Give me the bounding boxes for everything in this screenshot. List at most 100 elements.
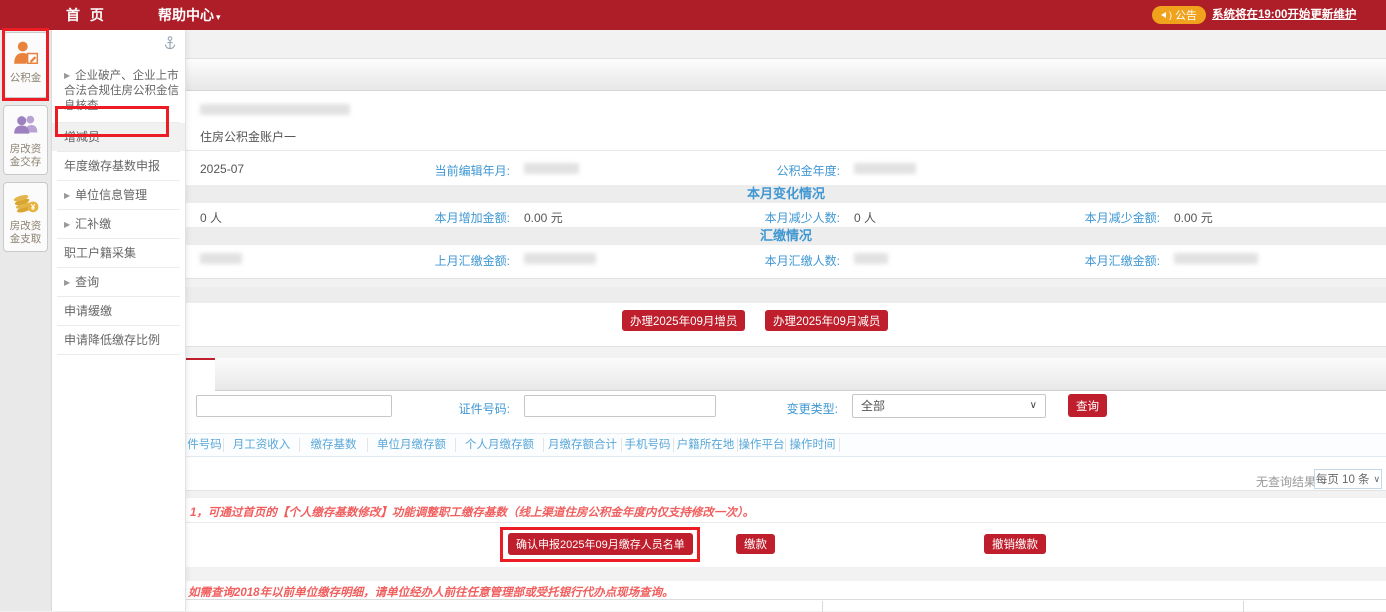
sidebar-item-label: 房改资金支取 [4, 218, 47, 251]
section-title: 汇缴情况 [760, 228, 812, 243]
expand-arrow-icon: ▶ [64, 191, 70, 200]
nav-home[interactable]: 首 页 [66, 0, 107, 30]
chevron-down-icon: ∨ [1374, 474, 1381, 485]
notice-text-1: 1，可通过首页的【个人缴存基数修改】功能调整职工缴存基数（线上渠道住房公积金年度… [190, 504, 754, 520]
col-header[interactable]: 操作时间 [786, 438, 840, 452]
table-body-empty [186, 457, 1386, 468]
footer-table-top [186, 599, 1386, 611]
expand-arrow-icon: ▶ [64, 278, 70, 287]
menu-item-apply-lower-ratio[interactable]: 申请降低缴存比例 [52, 326, 185, 354]
add-amount-label: 本月增加金额: [390, 209, 510, 226]
col-header[interactable]: 操作平台 [738, 438, 786, 452]
name-input[interactable] [196, 395, 392, 417]
section-title: 本月变化情况 [747, 186, 825, 201]
minus-count-label: 本月减少人数: [720, 209, 840, 226]
redacted-company-name [200, 104, 350, 115]
id-number-input[interactable] [524, 395, 716, 417]
change-type-select[interactable]: 全部 ∨ [852, 394, 1046, 418]
announcement-badge: ) 公告 [1152, 6, 1206, 24]
col-header[interactable]: 户籍所在地 [674, 438, 738, 452]
minus-count-value: 0 人 [854, 209, 876, 226]
panel-header-bar [186, 58, 1386, 91]
tab-bar [186, 358, 1386, 391]
chevron-down-icon: ▾ [216, 12, 221, 22]
monthly-change-section-bar: 本月变化情况 [186, 185, 1386, 203]
id-number-label: 证件号码: [390, 400, 510, 417]
menu-item-huibujiao[interactable]: ▶汇补缴 [52, 210, 185, 238]
menu-item-hukou-collect[interactable]: 职工户籍采集 [52, 239, 185, 267]
person-edit-icon [12, 39, 40, 67]
monthly-change-row: 0 人 本月增加金额: 0.00 元 本月减少人数: 0 人 本月减少金额: 0… [186, 203, 1386, 227]
per-page-select[interactable]: 每页 10 条 ∨ [1314, 469, 1382, 489]
col-header[interactable]: 手机号码 [622, 438, 674, 452]
redacted-value [524, 253, 596, 264]
redacted-value [1174, 253, 1258, 264]
fund-year-label: 公积金年度: [720, 162, 840, 179]
filter-row: 证件号码: 变更类型: 全部 ∨ [186, 391, 1386, 433]
col-header[interactable]: 个人月缴存额 [456, 438, 544, 452]
expand-arrow-icon: ▶ [64, 71, 70, 80]
current-edit-month-label: 当前编辑年月: [390, 162, 510, 179]
col-header[interactable]: 单位月缴存额 [368, 438, 456, 452]
sidebar-item-label: 房改资金交存 [4, 141, 47, 174]
remove-member-button[interactable]: 办理2025年09月减员 [765, 310, 888, 331]
no-result-text: 无查询结果 [1256, 473, 1316, 490]
cancel-pay-button[interactable]: 撤销缴款 [984, 534, 1046, 554]
edit-month-value: 2025-07 [200, 162, 244, 176]
edit-month-row: 2025-07 当前编辑年月: 公积金年度: [186, 151, 1386, 185]
table-header-row: 件号码 月工资收入 缴存基数 单位月缴存额 个人月缴存额 月缴存额合计 手机号码… [186, 433, 1386, 457]
pay-button[interactable]: 缴款 [736, 534, 775, 554]
remittance-section-bar: 汇缴情况 [186, 227, 1386, 245]
change-type-label: 变更类型: [718, 400, 838, 417]
menu-item-enterprise-check[interactable]: ▶企业破产、企业上市合法合规住房公积金信息核查 [52, 62, 185, 122]
menu-item-zengjianyuan[interactable]: 增减员 [52, 123, 185, 151]
notice-text-2: 如需查询2018年以前单位缴存明细，请单位经办人前往任意管理部或受托银行代办点现… [188, 584, 674, 600]
expand-arrow-icon: ▶ [64, 220, 70, 229]
menu-item-unit-info[interactable]: ▶单位信息管理 [52, 181, 185, 209]
svg-text:¥: ¥ [30, 203, 35, 212]
add-member-button[interactable]: 办理2025年09月增员 [622, 310, 745, 331]
minus-amount-value: 0.00 元 [1174, 209, 1213, 226]
account-name: 住房公积金账户一 [200, 128, 296, 145]
maintenance-notice-link[interactable]: 系统将在19:00开始更新维护 [1212, 0, 1356, 30]
flyout-menu: ▶企业破产、企业上市合法合规住房公积金信息核查 增减员 年度缴存基数申报 ▶单位… [52, 30, 186, 611]
menu-item-annual-base-declare[interactable]: 年度缴存基数申报 [52, 152, 185, 180]
cur-count-label: 本月汇缴人数: [720, 252, 840, 269]
last-amount-label: 上月汇缴金额: [390, 252, 510, 269]
query-button[interactable]: 查询 [1068, 394, 1107, 417]
menu-item-query[interactable]: ▶查询 [52, 268, 185, 296]
minus-amount-label: 本月减少金额: [1040, 209, 1160, 226]
col-header[interactable]: 月缴存额合计 [544, 438, 622, 452]
nav-help-center[interactable]: 帮助中心▾ [158, 0, 221, 32]
cur-amount-label: 本月汇缴金额: [1040, 252, 1160, 269]
confirm-declare-button[interactable]: 确认申报2025年09月缴存人员名单 [508, 533, 693, 555]
member-panel-header-bar [186, 287, 1386, 303]
col-header[interactable]: 月工资收入 [224, 438, 300, 452]
sidebar-item-fanggai-deposit[interactable]: 房改资金交存 [3, 105, 48, 175]
add-count-value: 0 人 [200, 209, 222, 226]
remittance-row: 上月汇缴金额: 本月汇缴人数: 本月汇缴金额: [186, 245, 1386, 279]
top-bar: 首 页 帮助中心▾ ) 公告 系统将在19:00开始更新维护 [0, 0, 1386, 30]
chevron-down-icon: ∨ [1030, 395, 1037, 417]
anchor-pin-icon[interactable] [164, 36, 176, 53]
people-icon [12, 112, 40, 138]
pay-actions-panel [186, 523, 1386, 567]
sidebar-item-fanggai-withdraw[interactable]: ¥ 房改资金支取 [3, 182, 48, 252]
coins-icon: ¥ [12, 189, 40, 215]
redacted-value [200, 253, 242, 264]
col-header[interactable]: 件号码 [186, 438, 224, 452]
redacted-value [524, 163, 579, 174]
redacted-value [854, 163, 916, 174]
add-amount-value: 0.00 元 [524, 209, 563, 226]
sidebar-item-label: 公积金 [4, 70, 47, 90]
icon-sidebar: 公积金 房改资金交存 ¥ 房改资金支取 [0, 30, 52, 611]
speaker-icon [1161, 12, 1166, 18]
col-header[interactable]: 缴存基数 [300, 438, 368, 452]
notice-row-1: 1，可通过首页的【个人缴存基数修改】功能调整职工缴存基数（线上渠道住房公积金年度… [186, 498, 1386, 523]
redacted-value [854, 253, 888, 264]
notice-row-2: 如需查询2018年以前单位缴存明细，请单位经办人前往任意管理部或受托银行代办点现… [186, 581, 1386, 599]
account-panel: 住房公积金账户一 [186, 91, 1386, 151]
menu-item-apply-defer[interactable]: 申请缓缴 [52, 297, 185, 325]
pagination-row: 无查询结果 每页 10 条 ∨ [186, 468, 1386, 491]
sidebar-item-gongjijin[interactable]: 公积金 [3, 32, 48, 98]
